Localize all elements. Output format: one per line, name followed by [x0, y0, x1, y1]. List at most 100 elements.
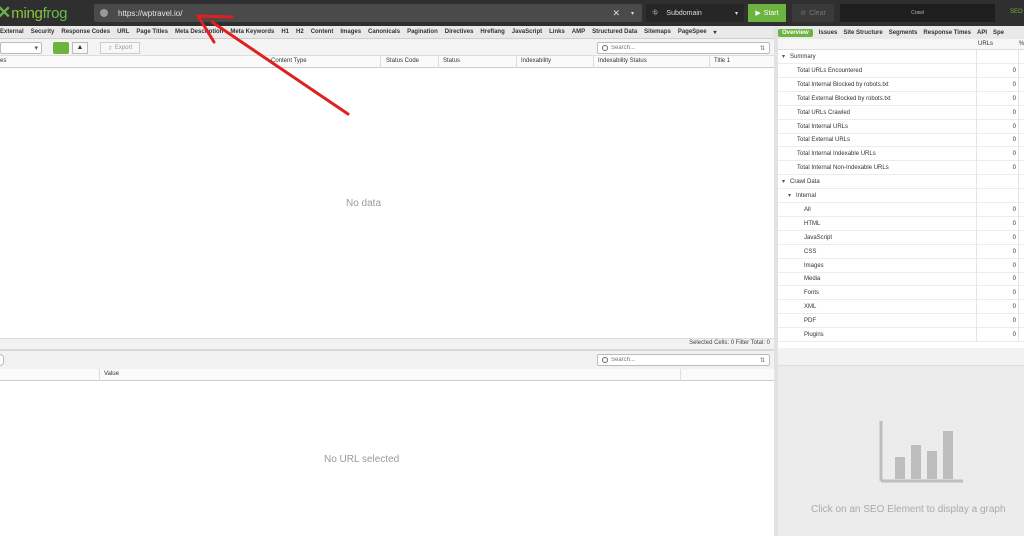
tab-6[interactable]: Meta Keywords: [230, 29, 274, 35]
overview-row[interactable]: ▾ Crawl Data: [778, 175, 1024, 190]
globe-icon: [100, 9, 108, 17]
expand-toggle-icon[interactable]: ▾: [782, 53, 785, 60]
overview-row[interactable]: JavaScript 0: [778, 230, 1024, 245]
tab-4[interactable]: Page Titles: [136, 29, 168, 35]
clear-url-icon[interactable]: ✕: [612, 8, 620, 19]
url-history-dropdown-icon[interactable]: ▾: [631, 10, 634, 17]
overview-row[interactable]: Fonts 0: [778, 286, 1024, 301]
overview-row[interactable]: ▾ Internal: [778, 189, 1024, 203]
tab-11[interactable]: Canonicals: [368, 29, 400, 35]
filter-dropdown[interactable]: [0, 42, 42, 54]
overview-row-value: 0: [1012, 318, 1016, 325]
tab-15[interactable]: JavaScript: [512, 29, 542, 35]
export-button[interactable]: ⇧ Export: [100, 42, 140, 54]
right-tab-4[interactable]: Response Times: [923, 30, 971, 36]
overview-row[interactable]: Plugins 0: [778, 328, 1024, 342]
col-header-status-code[interactable]: Status Code: [386, 58, 419, 64]
upload-icon: ⇧: [107, 45, 113, 52]
overview-row[interactable]: HTML 0: [778, 216, 1024, 231]
tab-1[interactable]: Security: [31, 29, 55, 35]
col-header-indexability-status[interactable]: Indexability Status: [598, 58, 647, 64]
expand-toggle-icon[interactable]: ▾: [788, 192, 791, 199]
tab-3[interactable]: URL: [117, 29, 129, 35]
tree-view-button[interactable]: ▲: [72, 42, 88, 54]
url-input[interactable]: https://wptravel.io/ ✕ ▾: [94, 4, 642, 22]
overview-row[interactable]: Total Internal Blocked by robots.txt 0: [778, 77, 1024, 92]
col-header-indexability[interactable]: Indexability: [521, 58, 551, 64]
overview-row[interactable]: Media 0: [778, 272, 1024, 287]
overview-row[interactable]: Total Internal Indexable URLs 0: [778, 147, 1024, 162]
tab-13[interactable]: Directives: [445, 29, 474, 35]
right-tab-1[interactable]: Issues: [819, 30, 838, 36]
search-options-icon[interactable]: ⇅: [760, 357, 765, 364]
tab-10[interactable]: Images: [340, 29, 361, 35]
overview-row-value: 0: [1012, 290, 1016, 297]
overview-row[interactable]: ▾ Summary: [778, 50, 1024, 64]
right-tab-0[interactable]: Overview: [778, 28, 813, 37]
tab-5[interactable]: Meta Description: [175, 29, 223, 35]
overview-row-value: 0: [1012, 81, 1016, 88]
overview-row-value: 0: [1012, 95, 1016, 102]
tab-17[interactable]: AMP: [572, 29, 585, 35]
crawl-progress-label: Crawl: [911, 10, 924, 16]
right-tab-2[interactable]: Site Structure: [843, 30, 882, 36]
tab-14[interactable]: Hreflang: [480, 29, 504, 35]
seo-label: SEO: [1010, 9, 1023, 15]
right-tab-3[interactable]: Segments: [889, 30, 918, 36]
overview-row[interactable]: XML 0: [778, 300, 1024, 315]
overview-row[interactable]: Images 0: [778, 258, 1024, 273]
tab-2[interactable]: Response Codes: [61, 29, 110, 35]
col-header-content-type[interactable]: Content Type: [271, 58, 307, 64]
col-header-urls[interactable]: URLs: [978, 41, 993, 47]
right-tab-5[interactable]: API: [977, 30, 987, 36]
tab-9[interactable]: Content: [311, 29, 334, 35]
chevron-down-icon: ▾: [734, 10, 738, 17]
search-options-icon[interactable]: ⇅: [760, 45, 765, 52]
overview-row-label: XML: [804, 304, 817, 311]
overview-row[interactable]: Total URLs Encountered 0: [778, 63, 1024, 78]
overview-row-label: Total External URLs: [797, 137, 851, 144]
tab-0[interactable]: External: [0, 29, 24, 35]
overview-row-value: 0: [1012, 151, 1016, 158]
overview-row[interactable]: Total URLs Crawled 0: [778, 105, 1024, 120]
col-header-status[interactable]: Status: [443, 58, 460, 64]
start-button[interactable]: ▶ Start: [748, 4, 786, 22]
overview-row[interactable]: PDF 0: [778, 314, 1024, 329]
search-input[interactable]: [611, 45, 751, 51]
overview-row[interactable]: All 0: [778, 202, 1024, 217]
overview-row-label: CSS: [804, 248, 817, 255]
details-tab-handle[interactable]: [0, 354, 4, 366]
tab-8[interactable]: H2: [296, 29, 304, 35]
col-header-title-1[interactable]: Title 1: [714, 58, 730, 64]
overview-row[interactable]: Total External URLs 0: [778, 133, 1024, 148]
tab-12[interactable]: Pagination: [407, 29, 438, 35]
tab-7[interactable]: H1: [281, 29, 289, 35]
tab-21[interactable]: ▾: [714, 29, 717, 36]
overview-row-label: Total Internal Indexable URLs: [797, 151, 876, 158]
details-grid: Value No URL selected: [0, 369, 774, 536]
col-header-value[interactable]: Value: [104, 371, 119, 377]
grid-search[interactable]: ⇅: [597, 42, 770, 54]
crawl-mode-label: Subdomain: [666, 9, 702, 17]
right-tab-6[interactable]: Spe: [993, 30, 1004, 36]
list-view-button[interactable]: [53, 42, 69, 54]
tab-18[interactable]: Structured Data: [592, 29, 637, 35]
col-header-address[interactable]: es: [0, 58, 6, 64]
graph-toolbar: [778, 348, 1024, 366]
overview-row-label: Total External Blocked by robots.txt: [797, 95, 891, 102]
tab-16[interactable]: Links: [549, 29, 565, 35]
col-header-percent[interactable]: %: [1019, 41, 1024, 47]
overview-row[interactable]: Total External Blocked by robots.txt 0: [778, 91, 1024, 106]
details-search-input[interactable]: [611, 357, 751, 363]
details-search[interactable]: ⇅: [597, 354, 770, 366]
clear-button[interactable]: ⊘ Clear: [792, 4, 834, 22]
expand-toggle-icon[interactable]: ▾: [782, 178, 785, 185]
crawl-mode-select[interactable]: ⛗ Subdomain ▾: [646, 4, 744, 22]
overview-row[interactable]: Total Internal Non-Indexable URLs 0: [778, 161, 1024, 176]
overview-row-label: All: [804, 206, 811, 213]
tab-20[interactable]: PageSpee: [678, 29, 707, 35]
overview-row[interactable]: Total Internal URLs 0: [778, 119, 1024, 134]
tab-19[interactable]: Sitemaps: [644, 29, 671, 35]
overview-row[interactable]: CSS 0: [778, 244, 1024, 259]
overview-row-label: Total Internal Blocked by robots.txt: [797, 81, 889, 88]
